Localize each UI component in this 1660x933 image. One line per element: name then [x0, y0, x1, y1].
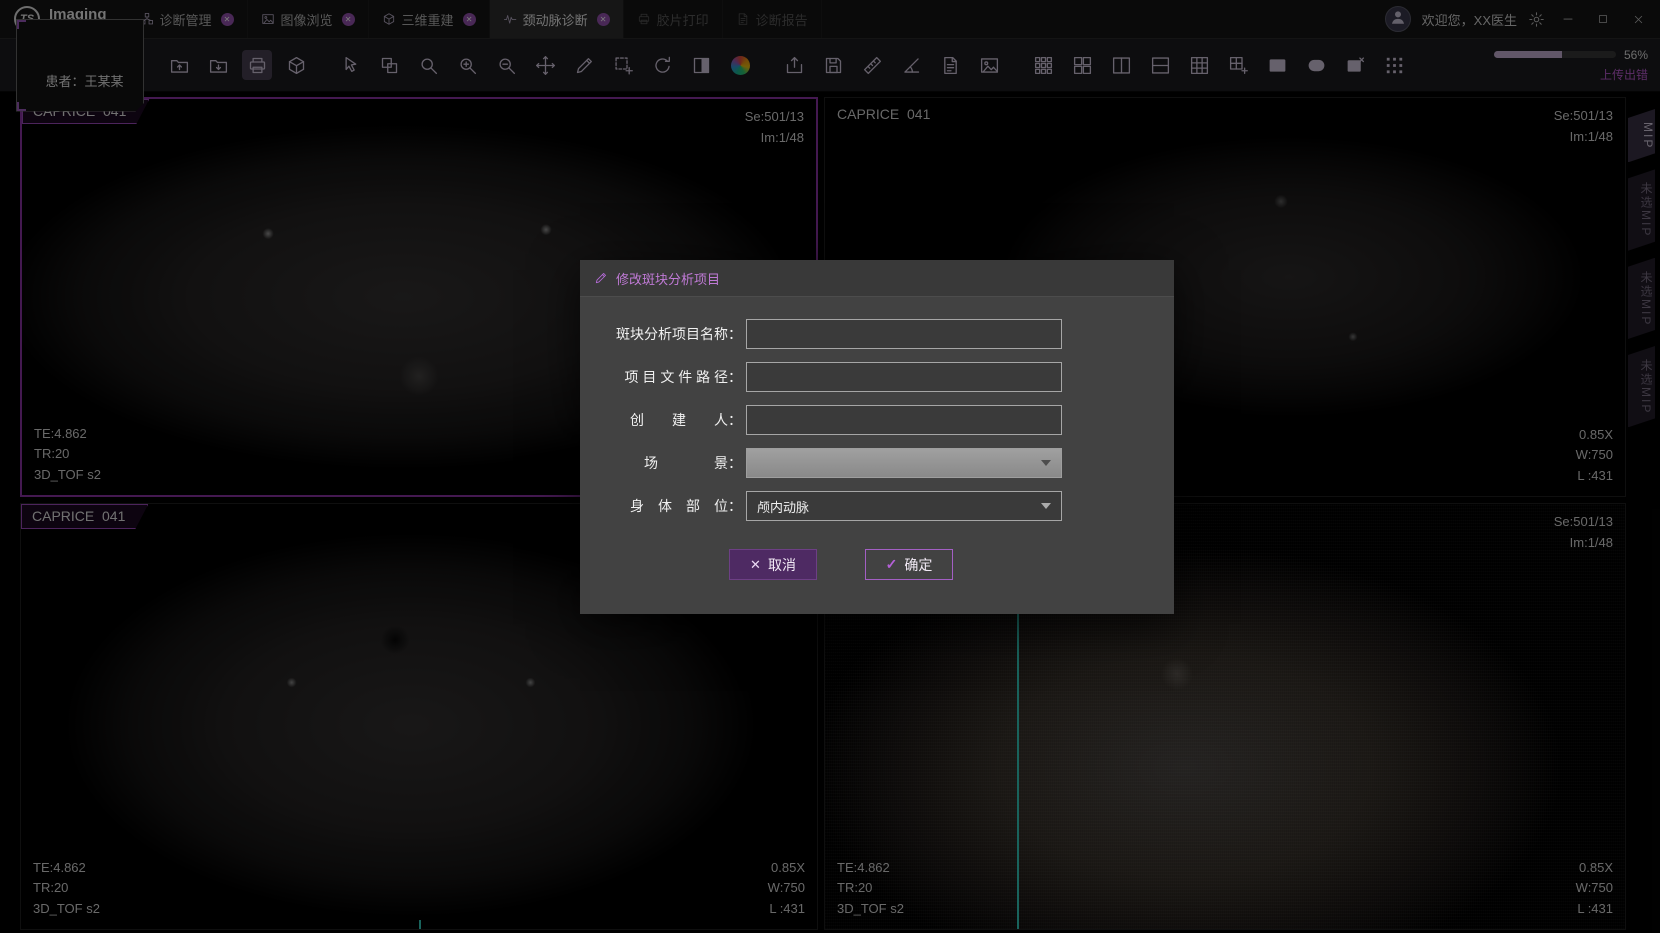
- edit-plaque-project-dialog: 修改斑块分析项目 斑块分析项目名称： 项 目 文 件 路 径： 创 建 人： 场…: [580, 260, 1174, 614]
- file-path-input[interactable]: [746, 362, 1062, 392]
- chevron-down-icon: [1041, 503, 1051, 509]
- edit-pencil-icon: [594, 271, 608, 285]
- field-label-body-part: 身 体 部 位：: [592, 496, 742, 516]
- check-icon: ✓: [886, 556, 898, 573]
- dialog-titlebar: 修改斑块分析项目: [580, 260, 1174, 297]
- field-label-scene: 场 景：: [592, 453, 742, 473]
- close-x-icon: ✕: [750, 557, 761, 573]
- field-label-project-name: 斑块分析项目名称：: [592, 324, 742, 344]
- field-label-creator: 创 建 人：: [592, 410, 742, 430]
- body-part-select[interactable]: 颅内动脉: [746, 491, 1062, 521]
- field-label-file-path: 项 目 文 件 路 径：: [592, 367, 742, 387]
- confirm-button[interactable]: ✓ 确定: [865, 549, 953, 580]
- chevron-down-icon: [1041, 460, 1051, 466]
- scene-select[interactable]: [746, 448, 1062, 478]
- dialog-title: 修改斑块分析项目: [616, 269, 720, 288]
- project-name-input[interactable]: [746, 319, 1062, 349]
- creator-input[interactable]: [746, 405, 1062, 435]
- cancel-button[interactable]: ✕ 取消: [729, 549, 817, 580]
